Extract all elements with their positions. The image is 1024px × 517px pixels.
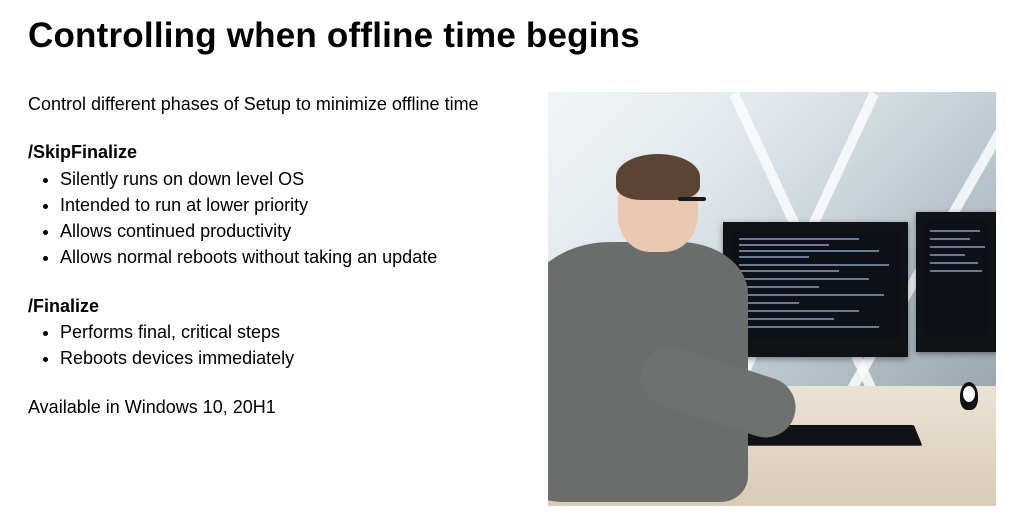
text-column: Control different phases of Setup to min… [28,92,528,506]
tux-figurine-icon [960,382,978,410]
bullets-finalize: Performs final, critical steps Reboots d… [28,320,528,371]
list-item: Allows continued productivity [60,219,528,243]
monitor-right [916,212,996,352]
list-item: Allows normal reboots without taking an … [60,245,528,269]
slide-image [548,92,996,506]
person [548,132,788,506]
section-heading-finalize: /Finalize [28,294,528,318]
list-item: Performs final, critical steps [60,320,528,344]
list-item: Reboots devices immediately [60,346,528,370]
slide: Controlling when offline time begins Con… [0,0,1024,517]
intro-text: Control different phases of Setup to min… [28,92,528,116]
list-item: Silently runs on down level OS [60,167,528,191]
slide-title: Controlling when offline time begins [28,16,996,56]
availability-text: Available in Windows 10, 20H1 [28,395,528,419]
list-item: Intended to run at lower priority [60,193,528,217]
bullets-skipfinalize: Silently runs on down level OS Intended … [28,167,528,270]
content-row: Control different phases of Setup to min… [28,92,996,506]
section-heading-skipfinalize: /SkipFinalize [28,140,528,164]
